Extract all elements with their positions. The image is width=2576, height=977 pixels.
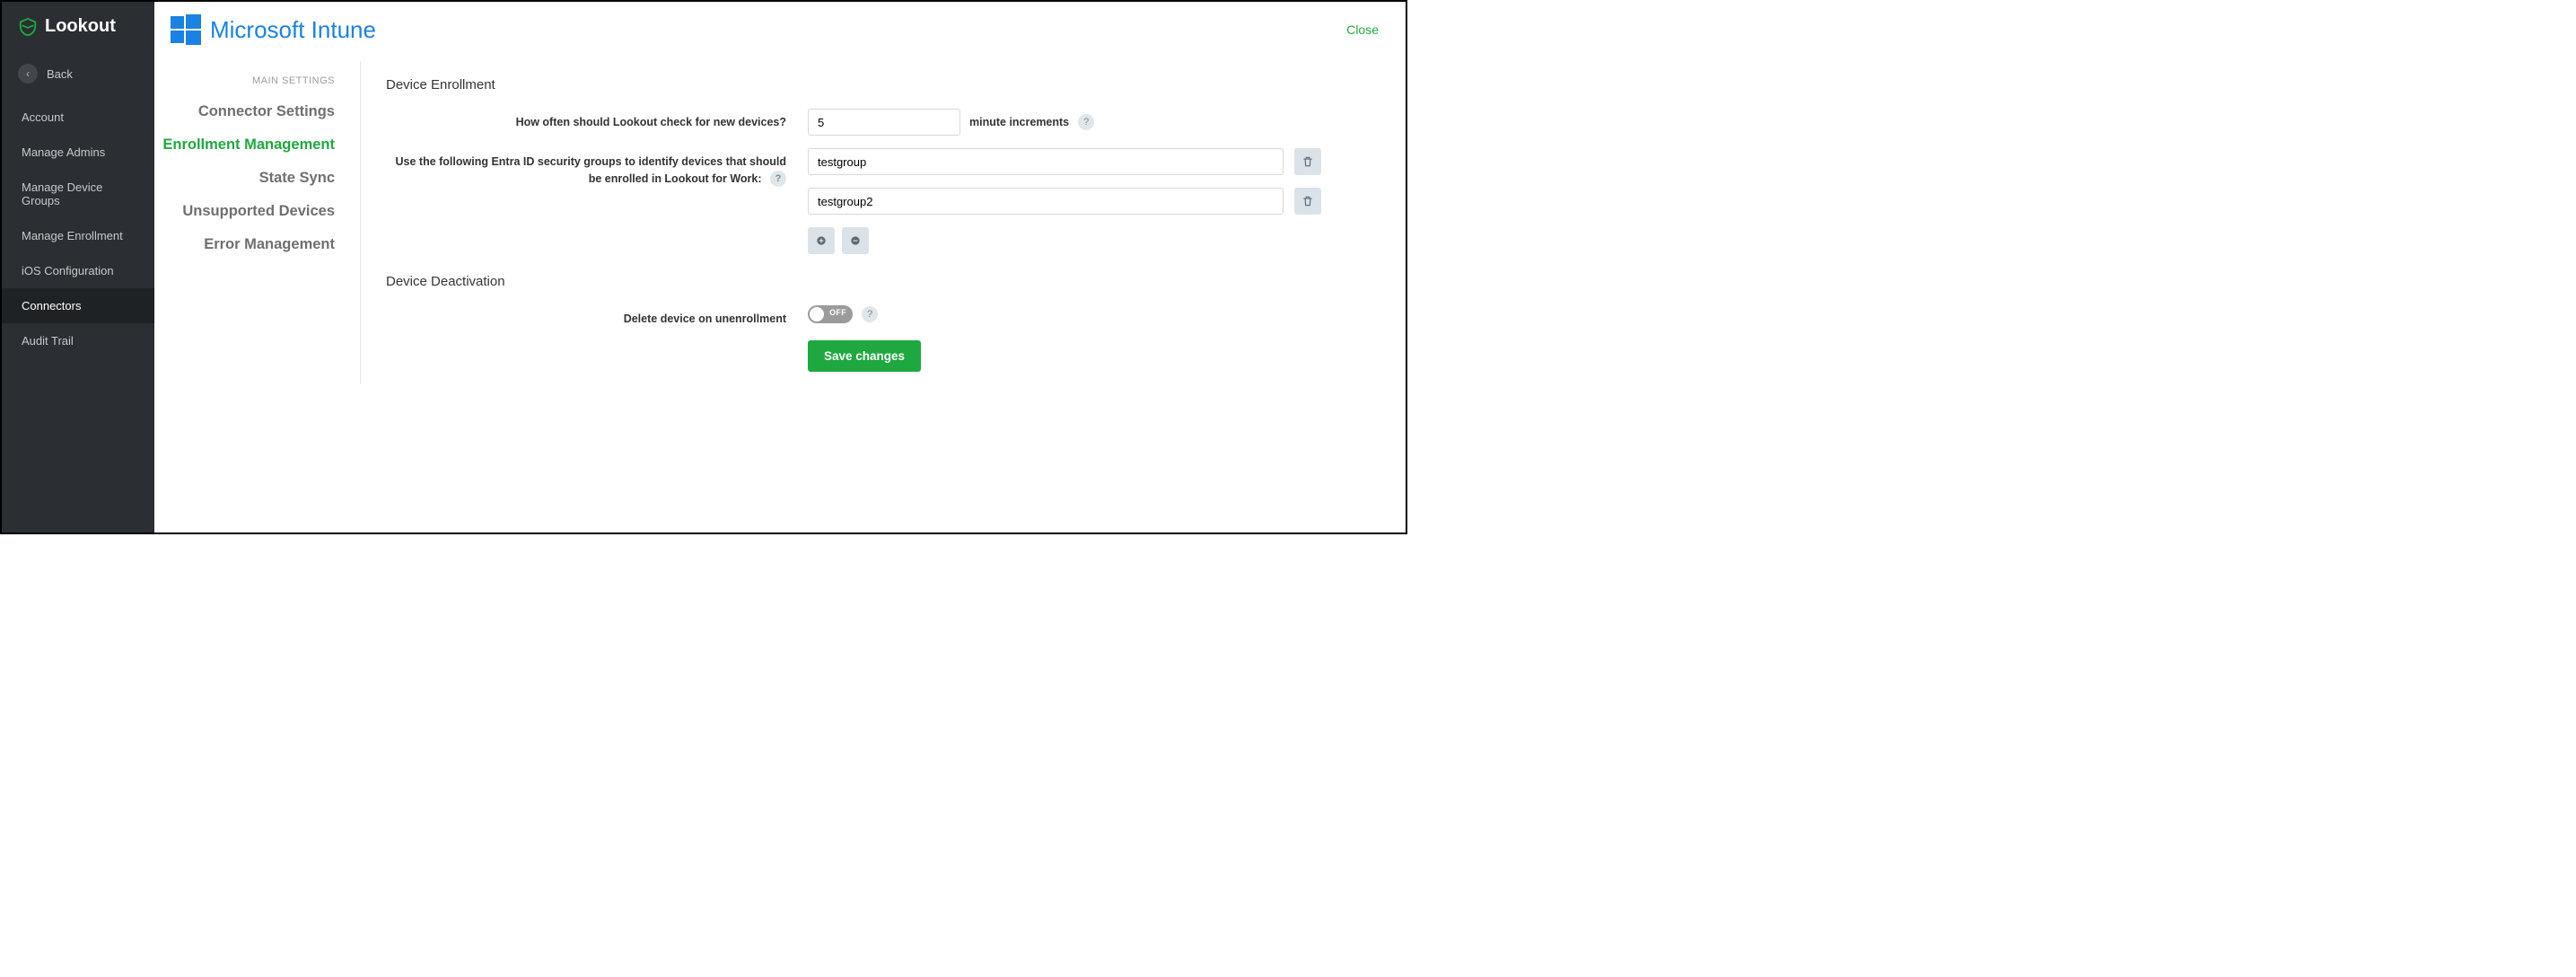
- groups-label-pre: Use the following: [396, 155, 492, 168]
- save-row: Save changes: [386, 340, 1380, 372]
- subnav: MAIN SETTINGS Connector Settings Enrollm…: [154, 61, 361, 384]
- chevron-left-icon: ‹: [18, 64, 38, 84]
- subnav-state-sync[interactable]: State Sync: [154, 162, 335, 195]
- back-label: Back: [47, 67, 73, 81]
- delete-on-unenroll-row: Delete device on unenrollment OFF ?: [386, 305, 1380, 328]
- check-frequency-suffix: minute increments: [969, 116, 1069, 128]
- help-icon[interactable]: ?: [862, 306, 878, 322]
- save-changes-button[interactable]: Save changes: [808, 340, 921, 372]
- nav-manage-admins[interactable]: Manage Admins: [2, 135, 154, 170]
- device-enrollment-title: Device Enrollment: [386, 77, 1380, 92]
- plus-circle-icon: [815, 234, 828, 247]
- trash-icon: [1301, 155, 1314, 168]
- groups-label-bold: Entra ID: [491, 155, 534, 168]
- nav-account[interactable]: Account: [2, 100, 154, 135]
- security-groups-row: Use the following Entra ID security grou…: [386, 148, 1380, 254]
- windows-icon: [171, 14, 201, 45]
- topbar: Microsoft Intune Close: [154, 2, 1406, 52]
- groups-controls: [808, 148, 1321, 254]
- product-title: Microsoft Intune: [171, 14, 376, 45]
- group-input-2[interactable]: [808, 188, 1284, 215]
- subnav-enrollment-management[interactable]: Enrollment Management: [154, 128, 335, 162]
- close-button[interactable]: Close: [1346, 22, 1379, 37]
- security-groups-label: Use the following Entra ID security grou…: [386, 148, 808, 188]
- help-icon[interactable]: ?: [1078, 114, 1094, 130]
- brand: Lookout: [2, 2, 154, 55]
- main: Microsoft Intune Close MAIN SETTINGS Con…: [154, 2, 1406, 533]
- back-button[interactable]: ‹ Back: [2, 55, 154, 100]
- minus-circle-icon: [849, 234, 862, 247]
- help-icon[interactable]: ?: [770, 171, 786, 187]
- delete-on-unenroll-label: Delete device on unenrollment: [386, 305, 808, 328]
- subnav-unsupported-devices[interactable]: Unsupported Devices: [154, 195, 335, 228]
- sidebar: Lookout ‹ Back Account Manage Admins Man…: [2, 2, 154, 533]
- trash-icon: [1301, 195, 1314, 207]
- add-group-button[interactable]: [808, 227, 835, 254]
- group-row: [808, 148, 1321, 175]
- delete-group-button[interactable]: [1294, 148, 1321, 175]
- remove-group-button[interactable]: [842, 227, 869, 254]
- nav-connectors[interactable]: Connectors: [2, 288, 154, 323]
- toggle-state: OFF: [829, 308, 846, 317]
- settings-panel: Device Enrollment How often should Looko…: [361, 61, 1406, 384]
- product-name: Microsoft Intune: [210, 16, 376, 44]
- subnav-error-management[interactable]: Error Management: [154, 228, 335, 261]
- check-frequency-label: How often should Lookout check for new d…: [386, 109, 808, 131]
- check-frequency-input[interactable]: [808, 109, 960, 136]
- check-frequency-row: How often should Lookout check for new d…: [386, 109, 1380, 136]
- device-deactivation-title: Device Deactivation: [386, 274, 1380, 289]
- content: MAIN SETTINGS Connector Settings Enrollm…: [154, 52, 1406, 384]
- toggle-knob: [810, 307, 824, 321]
- delete-on-unenroll-toggle[interactable]: OFF: [808, 305, 853, 323]
- nav-audit-trail[interactable]: Audit Trail: [2, 323, 154, 358]
- groups-label-post: security groups to identify devices that…: [534, 155, 786, 185]
- subnav-header: MAIN SETTINGS: [154, 61, 335, 95]
- group-row: [808, 188, 1321, 215]
- brand-text: Lookout: [45, 16, 116, 37]
- nav-manage-device-groups[interactable]: Manage Device Groups: [2, 170, 154, 218]
- subnav-connector-settings[interactable]: Connector Settings: [154, 95, 335, 128]
- group-input-1[interactable]: [808, 148, 1284, 175]
- nav-manage-enrollment[interactable]: Manage Enrollment: [2, 218, 154, 253]
- lookout-shield-icon: [18, 17, 38, 37]
- delete-group-button[interactable]: [1294, 188, 1321, 215]
- nav-ios-configuration[interactable]: iOS Configuration: [2, 253, 154, 288]
